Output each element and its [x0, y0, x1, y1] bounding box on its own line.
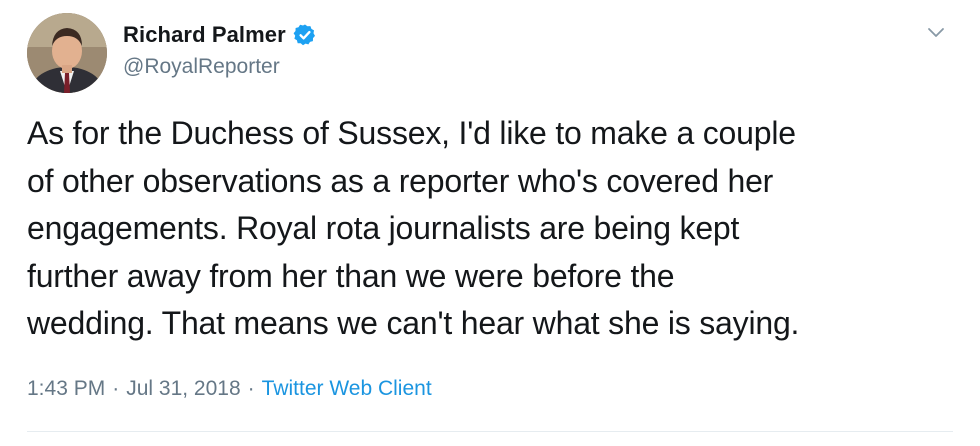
tweet-source-link[interactable]: Twitter Web Client	[262, 377, 432, 401]
divider	[27, 431, 953, 432]
tweet-text-line: of other observations as a reporter who'…	[27, 162, 774, 199]
verified-badge-icon	[293, 23, 317, 47]
tweet-text-line: engagements. Royal rota journalists are …	[27, 210, 740, 246]
tweet-card: Richard Palmer @RoyalReporter As for the…	[0, 0, 980, 446]
tweet-text: As for the Duchess of Sussex, I'd like t…	[27, 110, 957, 348]
author-display-name[interactable]: Richard Palmer	[123, 22, 286, 48]
profile-photo-icon	[27, 13, 107, 93]
separator-dot: ·	[112, 377, 120, 400]
author-avatar[interactable]	[27, 13, 107, 93]
tweet-text-line: As for the Duchess of Sussex, I'd like t…	[27, 115, 796, 151]
tweet-metadata: 1:43 PM · Jul 31, 2018 · Twitter Web Cli…	[27, 377, 432, 401]
tweet-text-line: wedding. That means we can't hear what s…	[27, 305, 800, 341]
tweet-time[interactable]: 1:43 PM	[27, 377, 105, 401]
author-name-row: Richard Palmer	[123, 20, 317, 50]
tweet-text-line: further away from her than we were befor…	[27, 257, 675, 294]
author-handle[interactable]: @RoyalReporter	[123, 55, 280, 79]
tweet-date[interactable]: Jul 31, 2018	[126, 377, 240, 401]
separator-dot: ·	[247, 377, 255, 400]
chevron-down-icon[interactable]	[924, 20, 948, 44]
